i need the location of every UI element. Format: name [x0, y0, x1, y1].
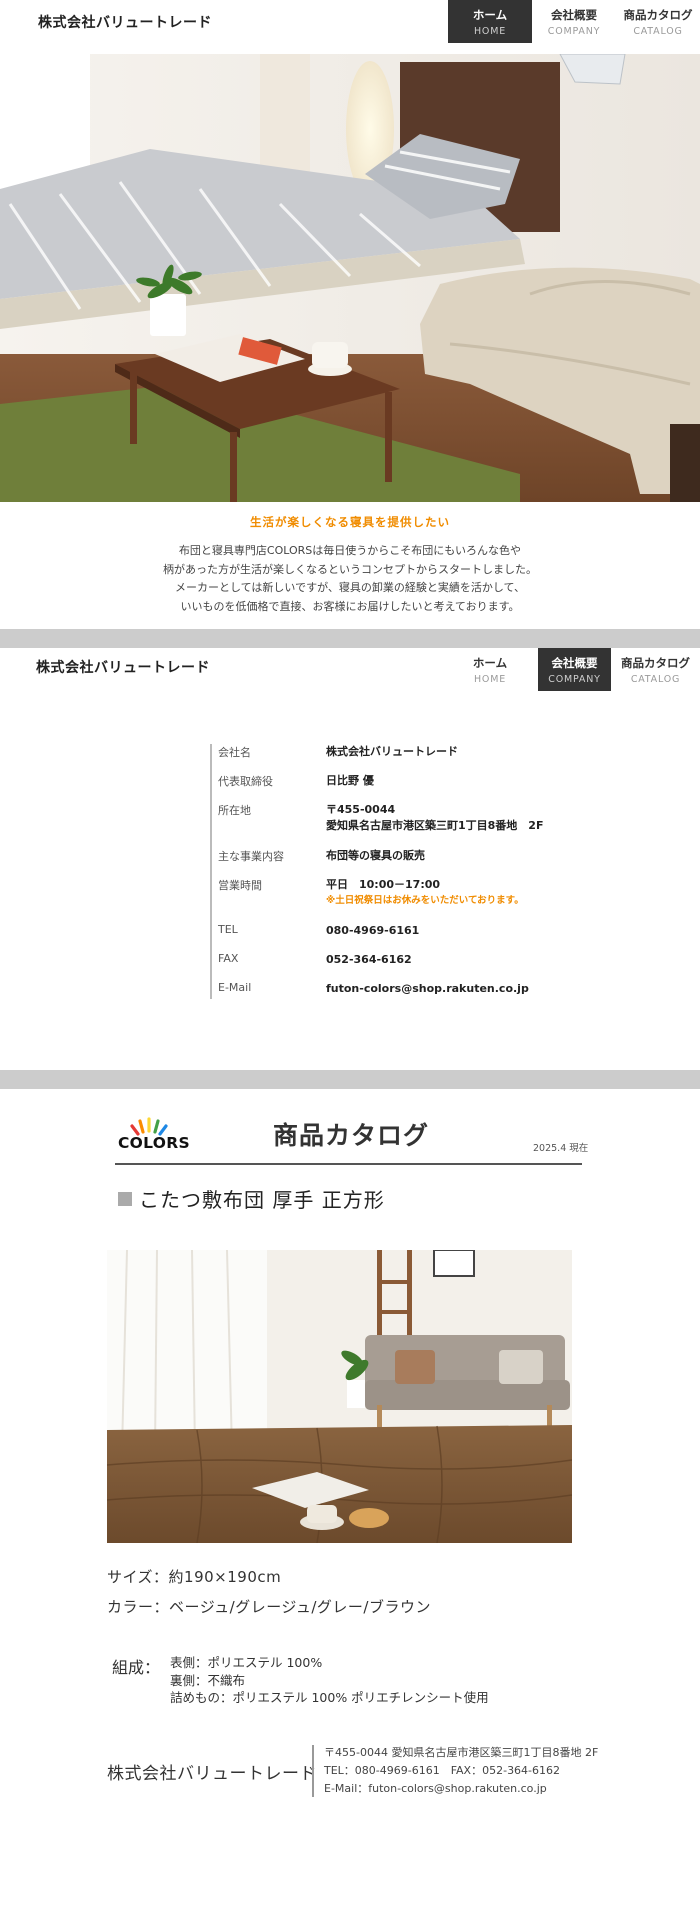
company-row-name: 会社名 株式会社バリュートレード — [218, 744, 550, 773]
company-row-business: 主な事業内容 布団等の寝具の販売 — [218, 848, 550, 877]
nav-catalog-sublabel: CATALOG — [633, 25, 683, 37]
nav-catalog-sublabel: CATALOG — [630, 673, 681, 685]
product-name: こたつ敷布団 厚手 正方形 — [139, 1188, 385, 1212]
address: 愛知県名古屋市港区築三町1丁目8番地 2F — [326, 819, 544, 832]
footer-phone: TEL：080-4969-6161 FAX：052-364-6162 — [324, 1764, 561, 1777]
company-row-hours: 営業時間 平日 10:00－17:00 ※土日祝祭日はお休みをいただいております… — [218, 877, 550, 923]
row-label: 会社名 — [218, 746, 251, 759]
nav-home[interactable]: ホーム HOME — [448, 0, 532, 43]
footer-address: 〒455-0044 愛知県名古屋市港区築三町1丁目8番地 2F — [324, 1746, 599, 1759]
company-row-ceo: 代表取締役 日比野 優 — [218, 773, 550, 802]
product-size: サイズ：約190×190cm — [107, 1568, 282, 1586]
row-label: 代表取締役 — [218, 775, 273, 788]
company-header: 株式会社バリュートレード ホーム HOME 会社概要 COMPANY 商品カタロ… — [0, 648, 700, 692]
footer-company-name: 株式会社バリュートレード — [107, 1764, 317, 1784]
product-photo — [107, 1250, 572, 1543]
catalog-title-rule — [115, 1163, 582, 1165]
colors-brand-text: COLORS — [118, 1134, 190, 1152]
company-row-address: 所在地 〒455-0044 愛知県名古屋市港区築三町1丁目8番地 2F — [218, 802, 550, 848]
intro-line: いいものを低価格で直接、お客様にお届けしたいと考えております。 — [180, 599, 520, 613]
nav-catalog[interactable]: 商品カタログ CATALOG — [616, 0, 700, 43]
postal-code: 〒455-0044 — [326, 803, 396, 816]
nav-home[interactable]: ホーム HOME — [442, 648, 538, 691]
section-divider — [0, 629, 700, 648]
composition-item: 表側：ポリエステル 100% — [170, 1655, 323, 1670]
company-row-email: E-Mail futon-colors@shop.rakuten.co.jp — [218, 981, 550, 999]
row-value: 株式会社バリュートレード — [326, 745, 458, 758]
row-value[interactable]: 080-4969-6161 — [326, 923, 419, 952]
row-label: E-Mail — [218, 981, 252, 994]
nav-catalog-label: 商品カタログ — [621, 655, 690, 670]
hours: 平日 10:00－17:00 — [326, 878, 441, 891]
company-info-table: 会社名 株式会社バリュートレード 代表取締役 日比野 優 所在地 〒455-00… — [210, 744, 550, 999]
row-label: FAX — [218, 952, 239, 965]
row-value: 〒455-0044 愛知県名古屋市港区築三町1丁目8番地 2F — [326, 802, 543, 848]
square-bullet-icon — [118, 1192, 132, 1206]
row-value[interactable]: futon-colors@shop.rakuten.co.jp — [326, 981, 529, 999]
nav-company-label: 会社概要 — [551, 655, 598, 670]
top-intro: 布団と寝具専門店COLORSは毎日使うからこそ布団にもいろんな色や 柄があった方… — [0, 542, 700, 616]
row-value: 052-364-6162 — [326, 953, 412, 966]
row-value: 日比野 優 — [326, 774, 374, 787]
row-label: 営業時間 — [218, 879, 262, 892]
nav-catalog-label: 商品カタログ — [623, 7, 693, 22]
main-nav: ホーム HOME 会社概要 COMPANY 商品カタログ CATALOG — [442, 648, 700, 691]
top-tagline: 生活が楽しくなる寝具を提供したい — [250, 515, 450, 529]
nav-company-label: 会社概要 — [551, 7, 597, 22]
site-logo[interactable]: 株式会社バリュートレード — [36, 657, 210, 677]
site-header: 株式会社バリュートレード ホーム HOME 会社概要 COMPANY 商品カタロ… — [0, 0, 700, 54]
nav-company-sublabel: COMPANY — [547, 25, 601, 37]
nav-company[interactable]: 会社概要 COMPANY — [532, 0, 616, 43]
footer-email[interactable]: E-Mail：futon-colors@shop.rakuten.co.jp — [324, 1780, 598, 1798]
row-value: 布団等の寝具の販売 — [326, 849, 425, 862]
section-divider — [0, 1070, 700, 1089]
intro-line: 布団と寝具専門店COLORSは毎日使うからこそ布団にもいろんな色や — [178, 544, 522, 557]
footer-divider — [312, 1745, 314, 1797]
composition-item: 裏側：不織布 — [170, 1672, 246, 1688]
catalog-title: 商品カタログ — [273, 1121, 430, 1150]
nav-company[interactable]: 会社概要 COMPANY — [538, 648, 611, 691]
row-label: TEL — [218, 923, 238, 936]
product-color: カラー：ベージュ/グレージュ/グレー/ブラウン — [107, 1598, 431, 1616]
composition-label: 組成： — [112, 1658, 161, 1677]
nav-home-label: ホーム — [472, 7, 508, 22]
nav-catalog[interactable]: 商品カタログ CATALOG — [611, 648, 700, 691]
composition-list: 表側：ポリエステル 100% 裏側：不織布 詰めもの：ポリエステル 100% ポ… — [170, 1654, 489, 1707]
catalog-date: 2025.4 現在 — [533, 1143, 589, 1154]
intro-line: 柄があった方が生活が楽しくなるというコンセプトからスタートしました。 — [163, 562, 537, 576]
main-nav: ホーム HOME 会社概要 COMPANY 商品カタログ CATALOG — [448, 0, 700, 43]
footer-contact: 〒455-0044 愛知県名古屋市港区築三町1丁目8番地 2F TEL：080-… — [324, 1744, 598, 1798]
nav-home-label: ホーム — [472, 655, 508, 670]
nav-home-sublabel: HOME — [473, 25, 507, 37]
company-row-tel: TEL 080-4969-6161 — [218, 923, 550, 952]
company-row-fax: FAX 052-364-6162 — [218, 952, 550, 981]
intro-line: メーカーとしては新しいですが、寝具の卸業の経験と実績を活かして、 — [174, 581, 526, 594]
row-label: 主な事業内容 — [218, 850, 284, 863]
site-logo[interactable]: 株式会社バリュートレード — [38, 12, 212, 32]
nav-home-sublabel: HOME — [473, 673, 507, 685]
row-value: 平日 10:00－17:00 ※土日祝祭日はお休みをいただいております。 — [326, 877, 524, 923]
row-label: 所在地 — [218, 804, 251, 817]
holiday-note: ※土日祝祭日はお休みをいただいております。 — [326, 895, 524, 906]
hero-bedroom-photo — [0, 54, 700, 502]
composition-item: 詰めもの：ポリエステル 100% ポリエチレンシート使用 — [170, 1690, 489, 1705]
nav-company-sublabel: COMPANY — [548, 673, 601, 685]
